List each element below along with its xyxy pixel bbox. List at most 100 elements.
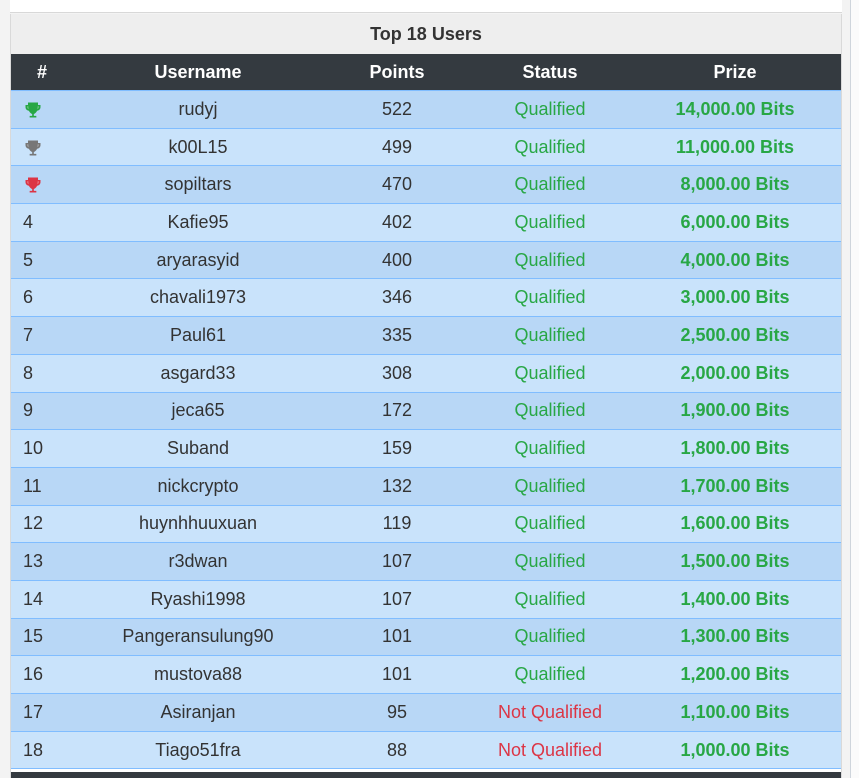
prize-cell: 1,100.00 Bits [629,693,841,732]
points-cell: 101 [323,617,471,657]
rank-cell: 17 [11,693,73,732]
prize-cell: 1,200.00 Bits [629,655,841,694]
points-cell: 402 [323,203,471,242]
rank-cell: 10 [11,429,73,468]
rank-cell: 5 [11,240,73,280]
table-footer-bar [11,772,841,778]
status-cell: Qualified [471,542,629,581]
rank-cell: 9 [11,391,73,431]
rank-cell: 8 [11,353,73,393]
username-cell: Ryashi1998 [73,579,323,619]
points-cell: 159 [323,429,471,468]
prize-cell: 1,600.00 Bits [629,504,841,544]
trophy-icon-bronze [25,177,41,193]
username-cell: mustova88 [73,655,323,694]
table-row: k00L15 499 Qualified 11,000.00 Bits [11,127,841,167]
points-cell: 107 [323,542,471,581]
column-header-prize: Prize [629,54,841,91]
rank-cell: 15 [11,617,73,657]
table-row: 9 jeca65 172 Qualified 1,900.00 Bits [11,391,841,431]
status-cell: Qualified [471,127,629,167]
points-cell: 400 [323,240,471,280]
trophy-icon-gold [25,102,41,118]
username-cell: Paul61 [73,316,323,355]
username-cell: r3dwan [73,542,323,581]
column-header-rank: # [11,54,73,91]
leaderboard-panel: Top 18 Users # Username Points Status Pr… [10,14,842,778]
points-cell: 499 [323,127,471,167]
table-header: # Username Points Status Prize [11,54,841,91]
status-cell: Qualified [471,579,629,619]
username-cell: sopiltars [73,165,323,205]
table-row: 13 r3dwan 107 Qualified 1,500.00 Bits [11,542,841,581]
prize-cell: 6,000.00 Bits [629,203,841,242]
points-cell: 308 [323,353,471,393]
top-strip [10,0,842,13]
table-row: 5 aryarasyid 400 Qualified 4,000.00 Bits [11,240,841,280]
status-cell: Qualified [471,203,629,242]
column-header-username: Username [73,54,323,91]
table-row: 15 Pangeransulung90 101 Qualified 1,300.… [11,617,841,657]
points-cell: 107 [323,579,471,619]
rank-cell: 16 [11,655,73,694]
points-cell: 88 [323,730,471,770]
username-cell: Tiago51fra [73,730,323,770]
table-row: 8 asgard33 308 Qualified 2,000.00 Bits [11,353,841,393]
status-cell: Qualified [471,90,629,129]
scrollbar-edge[interactable] [850,0,859,778]
table-row: 17 Asiranjan 95 Not Qualified 1,100.00 B… [11,693,841,732]
rank-cell [11,90,73,129]
prize-cell: 1,900.00 Bits [629,391,841,431]
table-header-row: # Username Points Status Prize [11,54,841,91]
table-row: 7 Paul61 335 Qualified 2,500.00 Bits [11,316,841,355]
username-cell: aryarasyid [73,240,323,280]
username-cell: jeca65 [73,391,323,431]
username-cell: Pangeransulung90 [73,617,323,657]
status-cell: Not Qualified [471,730,629,770]
points-cell: 470 [323,165,471,205]
status-cell: Qualified [471,429,629,468]
username-cell: Kafie95 [73,203,323,242]
points-cell: 346 [323,278,471,318]
prize-cell: 2,500.00 Bits [629,316,841,355]
prize-cell: 4,000.00 Bits [629,240,841,280]
rank-cell: 11 [11,466,73,506]
prize-cell: 2,000.00 Bits [629,353,841,393]
username-cell: Asiranjan [73,693,323,732]
status-cell: Qualified [471,353,629,393]
status-cell: Qualified [471,504,629,544]
prize-cell: 11,000.00 Bits [629,127,841,167]
username-cell: asgard33 [73,353,323,393]
rank-cell: 12 [11,504,73,544]
prize-cell: 1,500.00 Bits [629,542,841,581]
rank-cell: 6 [11,278,73,318]
table-row: 6 chavali1973 346 Qualified 3,000.00 Bit… [11,278,841,318]
status-cell: Qualified [471,617,629,657]
table-body: rudyj 522 Qualified 14,000.00 Bits k00L1… [11,90,841,770]
prize-cell: 1,400.00 Bits [629,579,841,619]
table-row: 4 Kafie95 402 Qualified 6,000.00 Bits [11,203,841,242]
rank-cell: 14 [11,579,73,619]
table-row: 18 Tiago51fra 88 Not Qualified 1,000.00 … [11,730,841,770]
prize-cell: 1,000.00 Bits [629,730,841,770]
username-cell: Suband [73,429,323,468]
status-cell: Qualified [471,655,629,694]
table-row: sopiltars 470 Qualified 8,000.00 Bits [11,165,841,205]
status-cell: Qualified [471,466,629,506]
rank-cell: 7 [11,316,73,355]
prize-cell: 1,700.00 Bits [629,466,841,506]
table-row: 11 nickcrypto 132 Qualified 1,700.00 Bit… [11,466,841,506]
rank-cell [11,127,73,167]
status-cell: Qualified [471,278,629,318]
status-cell: Qualified [471,391,629,431]
column-header-points: Points [323,54,471,91]
leaderboard-page: Top 18 Users # Username Points Status Pr… [0,0,859,778]
points-cell: 522 [323,90,471,129]
prize-cell: 8,000.00 Bits [629,165,841,205]
username-cell: huynhhuuxuan [73,504,323,544]
username-cell: k00L15 [73,127,323,167]
rank-cell [11,165,73,205]
points-cell: 132 [323,466,471,506]
leaderboard-table: # Username Points Status Prize rudyj 522… [11,54,841,770]
points-cell: 335 [323,316,471,355]
